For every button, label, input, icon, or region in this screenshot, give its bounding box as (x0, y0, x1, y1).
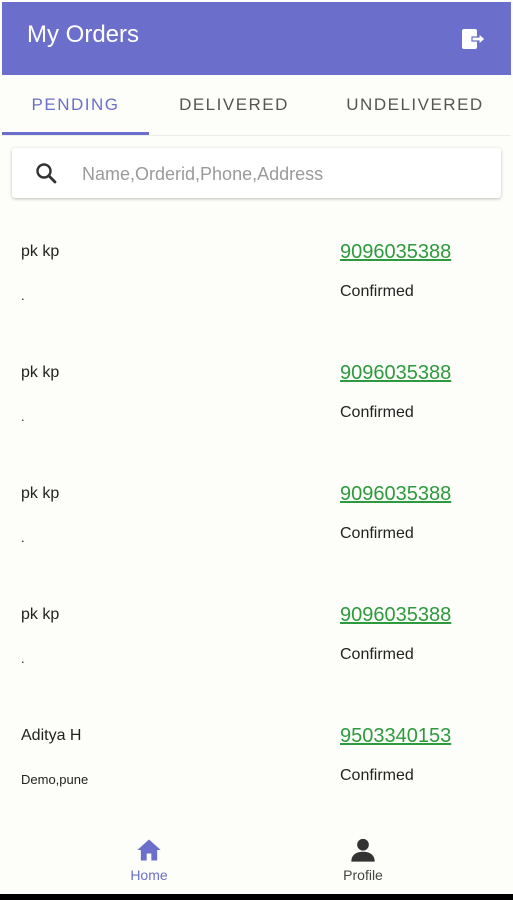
tab-undelivered[interactable]: UNDELIVERED (332, 75, 498, 135)
system-bar (0, 894, 513, 900)
tab-divider (2, 135, 511, 136)
customer-name: pk kp (21, 485, 60, 502)
nav-home-label: Home (130, 867, 168, 883)
customer-name: Aditya H (21, 727, 82, 744)
order-status: Confirmed (340, 283, 414, 300)
order-item[interactable]: pk kp . 9096035388 Confirmed (0, 218, 513, 339)
order-item[interactable]: pk kp . 9096035388 Confirmed (0, 581, 513, 702)
phone-link[interactable]: 9096035388 (340, 241, 451, 264)
customer-address: Demo,pune (21, 772, 89, 787)
customer-name: pk kp (21, 606, 60, 623)
phone-link[interactable]: 9096035388 (340, 483, 451, 506)
logout-icon[interactable] (462, 28, 486, 50)
order-status: Confirmed (340, 646, 414, 663)
tab-delivered[interactable]: DELIVERED (149, 75, 319, 135)
app-bar: My Orders (2, 2, 511, 75)
phone-link[interactable]: 9096035388 (340, 362, 451, 385)
tab-pending[interactable]: PENDING (2, 75, 149, 135)
customer-address: . (21, 651, 25, 666)
customer-name: pk kp (21, 243, 60, 260)
search-icon (34, 161, 58, 185)
order-item[interactable]: pk kp . 9096035388 Confirmed (0, 339, 513, 460)
search-bar (12, 148, 501, 198)
customer-name: pk kp (21, 364, 60, 381)
customer-address: . (21, 409, 25, 424)
phone-link[interactable]: 9096035388 (340, 604, 451, 627)
bottom-navigation: Home Profile (0, 828, 513, 894)
page-title: My Orders (27, 21, 140, 48)
customer-address: . (21, 288, 25, 303)
order-item[interactable]: pk kp . 9096035388 Confirmed (0, 460, 513, 581)
customer-address: . (21, 530, 25, 545)
home-icon (135, 836, 163, 864)
search-input[interactable] (80, 156, 484, 192)
person-icon (349, 836, 377, 864)
order-list: pk kp . 9096035388 Confirmed pk kp . 909… (0, 218, 513, 823)
order-status: Confirmed (340, 404, 414, 421)
nav-profile[interactable]: Profile (303, 828, 423, 894)
nav-home[interactable]: Home (89, 828, 209, 894)
nav-profile-label: Profile (343, 867, 383, 883)
order-status: Confirmed (340, 525, 414, 542)
tab-bar: PENDING DELIVERED UNDELIVERED (2, 75, 511, 136)
phone-link[interactable]: 9503340153 (340, 725, 451, 748)
order-item[interactable]: Aditya H Demo,pune 9503340153 Confirmed (0, 702, 513, 823)
order-status: Confirmed (340, 767, 414, 784)
